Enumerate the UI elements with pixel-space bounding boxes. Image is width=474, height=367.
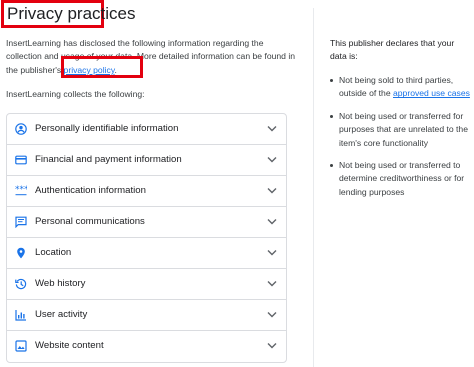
chevron-down-icon[interactable]: [267, 125, 277, 132]
data-type-label: User activity: [35, 309, 88, 320]
svg-text:***: ***: [15, 185, 27, 195]
chevron-down-icon[interactable]: [267, 156, 277, 163]
data-types-list: Personally identifiable information Fina…: [6, 113, 287, 363]
data-type-row-financial[interactable]: Financial and payment information: [7, 145, 286, 176]
data-type-row-user-activity[interactable]: User activity: [7, 300, 286, 331]
chevron-down-icon[interactable]: [267, 311, 277, 318]
declaration-item: Not being used or transferred for purpos…: [330, 110, 470, 150]
location-pin-icon: [15, 247, 27, 259]
chevron-down-icon[interactable]: [267, 187, 277, 194]
data-type-row-location[interactable]: Location: [7, 238, 286, 269]
data-type-label: Personal communications: [35, 216, 145, 227]
data-type-label: Financial and payment information: [35, 154, 182, 165]
chevron-down-icon[interactable]: [267, 249, 277, 256]
declaration-item: Not being used or transferred to determi…: [330, 159, 470, 199]
person-icon: [15, 123, 27, 135]
collects-heading: InsertLearning collects the following:: [6, 89, 145, 99]
image-icon: [15, 340, 27, 352]
activity-chart-icon: [15, 309, 27, 321]
column-divider: [313, 8, 314, 367]
data-type-row-website-content[interactable]: Website content: [7, 331, 286, 362]
chevron-down-icon[interactable]: [267, 342, 277, 349]
data-type-label: Authentication information: [35, 185, 146, 196]
data-type-row-authentication[interactable]: *** Authentication information: [7, 176, 286, 207]
chevron-down-icon[interactable]: [267, 218, 277, 225]
password-icon: ***: [15, 185, 27, 197]
data-type-row-personal-info[interactable]: Personally identifiable information: [7, 114, 286, 145]
publisher-declaration-list: Not being sold to third parties, outside…: [330, 74, 470, 208]
publisher-declaration-heading: This publisher declares that your data i…: [330, 38, 455, 62]
data-type-label: Website content: [35, 340, 104, 351]
declaration-item: Not being sold to third parties, outside…: [330, 74, 470, 101]
intro-text-part1: InsertLearning has disclosed the followi…: [6, 38, 296, 75]
message-icon: [15, 216, 27, 228]
policy-link-highlight-box: [61, 56, 143, 78]
chevron-down-icon[interactable]: [267, 280, 277, 287]
history-icon: [15, 278, 27, 290]
data-type-row-communications[interactable]: Personal communications: [7, 207, 286, 238]
approved-use-cases-link[interactable]: approved use cases: [393, 88, 470, 98]
data-type-row-web-history[interactable]: Web history: [7, 269, 286, 300]
data-type-label: Web history: [35, 278, 86, 289]
data-type-label: Location: [35, 247, 72, 258]
data-type-label: Personally identifiable information: [35, 123, 179, 134]
credit-card-icon: [15, 154, 27, 166]
intro-text: InsertLearning has disclosed the followi…: [6, 37, 298, 77]
page-title: Privacy practices: [7, 4, 136, 23]
